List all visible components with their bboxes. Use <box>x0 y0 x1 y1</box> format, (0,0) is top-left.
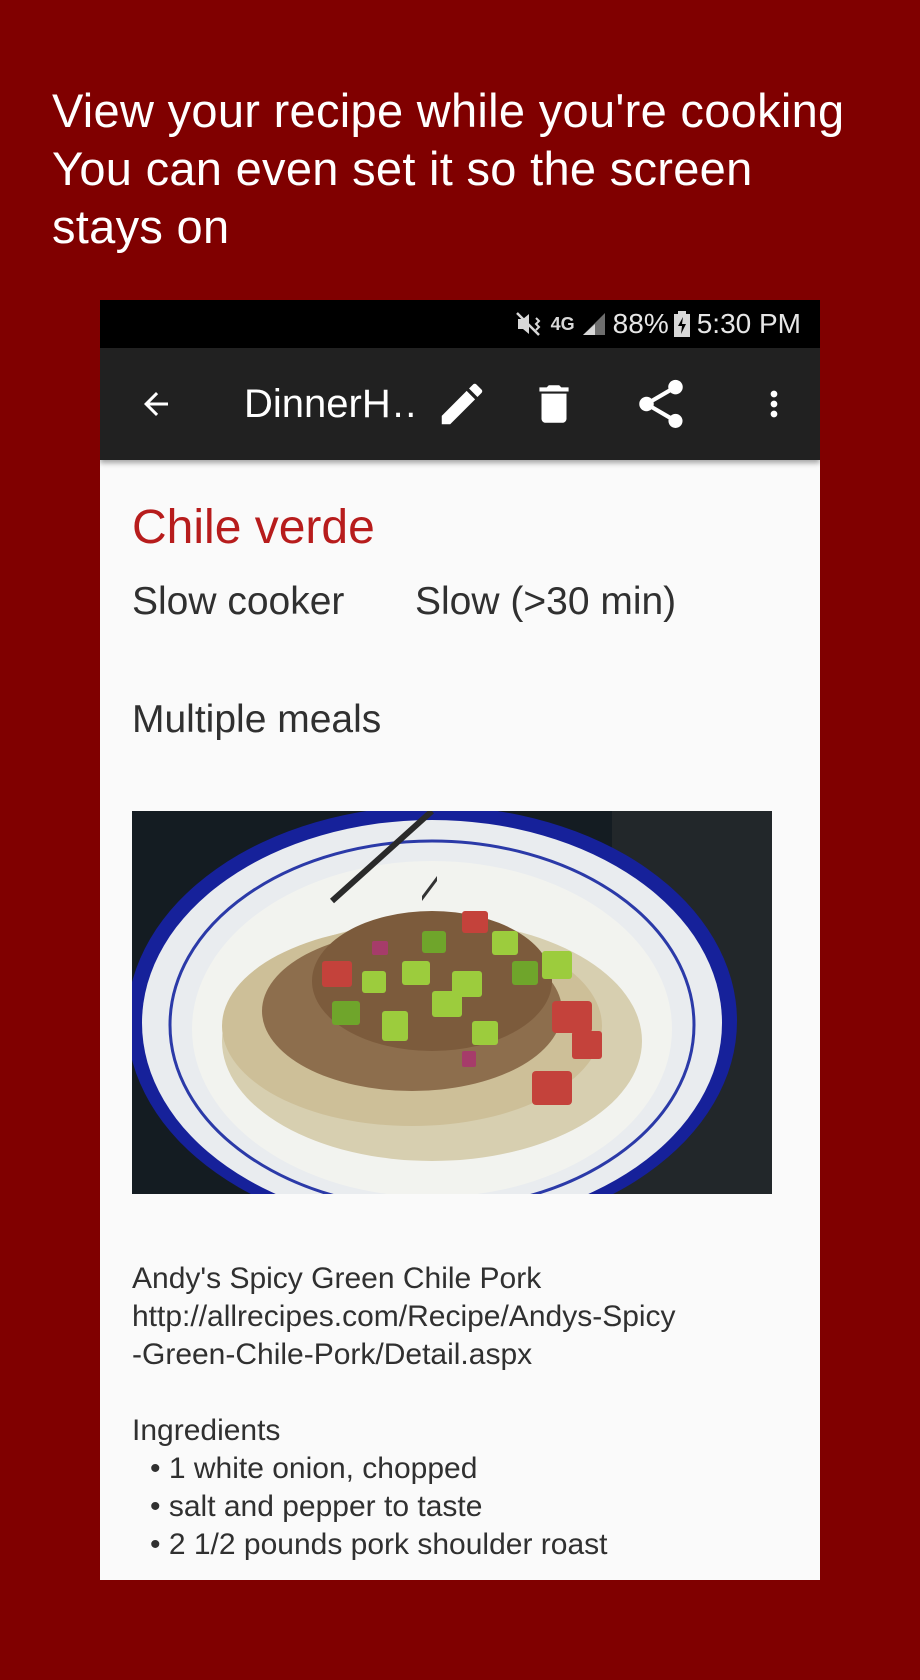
status-bar: 4G 88% 5:30 PM <box>100 300 820 348</box>
speed-tag: Slow (>30 min) <box>415 580 677 623</box>
promo-caption: View your recipe while you're cooking Yo… <box>52 82 892 256</box>
recipe-source-name: Andy's Spicy Green Chile Pork <box>132 1262 542 1295</box>
recipe-photo <box>132 811 772 1194</box>
recipe-source-url-line-1[interactable]: http://allrecipes.com/Recipe/Andys-Spicy <box>132 1298 772 1336</box>
back-button[interactable] <box>120 348 192 460</box>
toolbar-title: DinnerH… <box>244 381 416 426</box>
battery-charging-icon <box>673 311 690 337</box>
ingredient-item: • salt and pepper to taste <box>150 1490 483 1523</box>
mute-vibrate-icon <box>515 312 541 336</box>
clock: 5:30 PM <box>696 308 801 339</box>
promo-line-1: View your recipe while you're cooking <box>52 84 845 137</box>
battery-percent: 88% <box>612 308 669 339</box>
ingredients-header: Ingredients <box>132 1414 281 1447</box>
phone-screen: 4G 88% 5:30 PM DinnerH… Chile verde Slow… <box>100 300 820 1580</box>
edit-pencil-icon <box>441 383 483 425</box>
ingredient-text: 1 white onion, chopped <box>168 1452 478 1485</box>
promo-line-2: You can even set it so the screen <box>52 142 753 195</box>
recipe-title: Chile verde <box>132 501 375 554</box>
signal-icon <box>582 313 605 335</box>
app-toolbar: DinnerH… <box>100 348 820 460</box>
ingredient-text: 2 1/2 pounds pork shoulder roast <box>168 1528 608 1561</box>
ingredient-item: • 1 white onion, chopped <box>150 1452 478 1485</box>
ingredient-item: • 2 1/2 pounds pork shoulder roast <box>150 1528 608 1561</box>
share-button[interactable] <box>616 348 706 460</box>
recipe-notes: Andy's Spicy Green Chile Pork http://all… <box>132 1260 772 1564</box>
promo-line-3: stays on <box>52 200 230 253</box>
more-vert-icon <box>770 390 778 418</box>
dish-photo-illustration <box>132 811 772 1194</box>
share-icon <box>639 379 683 428</box>
delete-trash-icon <box>539 385 569 423</box>
back-arrow-icon <box>144 392 168 416</box>
yield-tag: Multiple meals <box>132 698 382 741</box>
network-type-label: 4G <box>550 313 575 334</box>
edit-button[interactable] <box>426 348 498 460</box>
delete-button[interactable] <box>518 348 590 460</box>
ingredient-text: salt and pepper to taste <box>168 1490 483 1523</box>
method-tag: Slow cooker <box>132 580 345 623</box>
overflow-menu-button[interactable] <box>746 348 802 460</box>
recipe-source-url-line-2[interactable]: -Green-Chile-Pork/Detail.aspx <box>132 1336 772 1374</box>
